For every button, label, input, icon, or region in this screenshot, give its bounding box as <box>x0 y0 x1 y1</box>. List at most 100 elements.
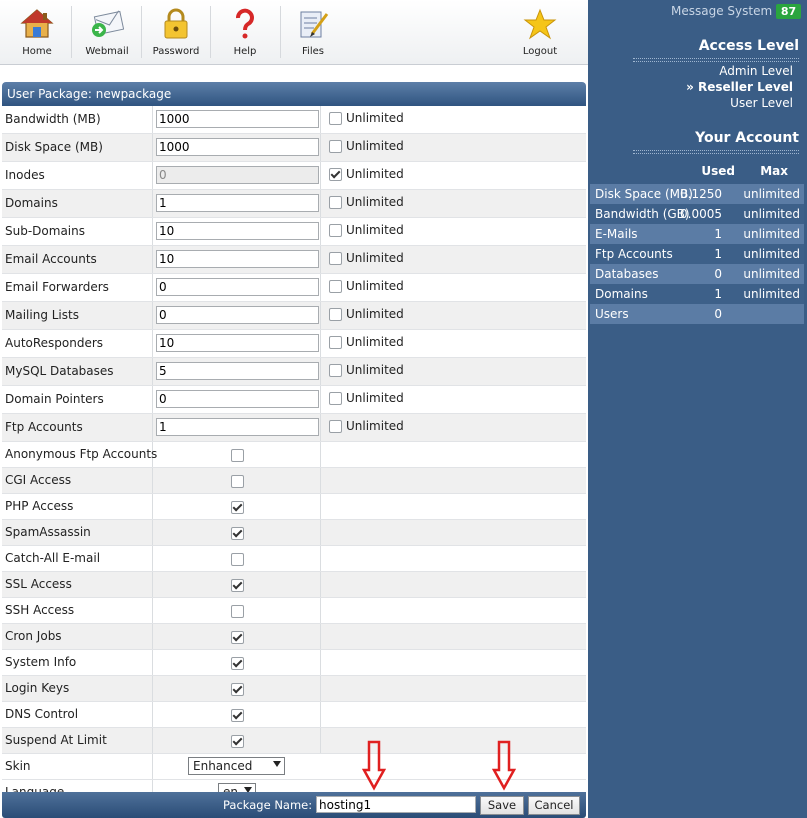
logout-button[interactable]: Logout <box>512 0 568 62</box>
feature-checkbox-wrap[interactable] <box>231 630 244 644</box>
feature-checkbox-wrap[interactable] <box>231 656 244 670</box>
limit-row: Domain Pointers Unlimited <box>2 386 586 414</box>
unlimited-option[interactable]: Unlimited <box>329 363 404 377</box>
unlimited-option[interactable]: Unlimited <box>329 391 404 405</box>
limit-input[interactable] <box>156 306 319 324</box>
feature-row: SSL Access <box>2 572 586 598</box>
unlimited-option[interactable]: Unlimited <box>329 111 404 125</box>
feature-checkbox[interactable] <box>231 605 244 618</box>
reseller-level-link[interactable]: » Reseller Level <box>686 80 793 94</box>
unlimited-option[interactable]: Unlimited <box>329 419 404 433</box>
package-name-input[interactable] <box>316 796 476 813</box>
cancel-button[interactable]: Cancel <box>528 796 580 815</box>
limit-row: Email Forwarders Unlimited <box>2 274 586 302</box>
unlimited-checkbox[interactable] <box>329 140 342 153</box>
unlimited-checkbox[interactable] <box>329 308 342 321</box>
feature-checkbox[interactable] <box>231 631 244 644</box>
feature-row: SpamAssassin <box>2 520 586 546</box>
feature-checkbox[interactable] <box>231 709 244 722</box>
unlimited-label: Unlimited <box>346 139 404 153</box>
feature-checkbox-wrap[interactable] <box>231 526 244 540</box>
unlimited-option[interactable]: Unlimited <box>329 139 404 153</box>
admin-level-link[interactable]: Admin Level <box>719 64 793 78</box>
unlimited-option[interactable]: Unlimited <box>329 223 404 237</box>
unlimited-checkbox[interactable] <box>329 364 342 377</box>
limit-input[interactable] <box>156 166 319 184</box>
unlimited-checkbox[interactable] <box>329 112 342 125</box>
unlimited-option[interactable]: Unlimited <box>329 251 404 265</box>
feature-checkbox-wrap[interactable] <box>231 604 244 618</box>
feature-checkbox-wrap[interactable] <box>231 708 244 722</box>
feature-checkbox-wrap[interactable] <box>231 734 244 748</box>
unlimited-option[interactable]: Unlimited <box>329 307 404 321</box>
feature-checkbox[interactable] <box>231 527 244 540</box>
limit-input[interactable] <box>156 278 319 296</box>
chevron-down-icon <box>273 761 281 767</box>
files-button[interactable]: Files <box>286 0 340 62</box>
message-count-badge[interactable]: 87 <box>776 4 801 19</box>
your-account-title: Your Account <box>695 130 799 146</box>
unlimited-label: Unlimited <box>346 419 404 433</box>
limit-input[interactable] <box>156 138 319 156</box>
limit-row: Sub-Domains Unlimited <box>2 218 586 246</box>
feature-label: Catch-All E-mail <box>5 551 101 565</box>
unlimited-checkbox[interactable] <box>329 336 342 349</box>
feature-checkbox-wrap[interactable] <box>231 474 244 488</box>
unlimited-checkbox[interactable] <box>329 420 342 433</box>
limit-input[interactable] <box>156 194 319 212</box>
sidebar: Message System 87 Access Level Admin Lev… <box>588 0 807 818</box>
limit-input[interactable] <box>156 418 319 436</box>
limit-input[interactable] <box>156 390 319 408</box>
limit-label: Domain Pointers <box>5 392 104 406</box>
limit-row: Inodes Unlimited <box>2 162 586 190</box>
password-button[interactable]: Password <box>148 0 204 62</box>
limit-input[interactable] <box>156 362 319 380</box>
home-button[interactable]: Home <box>10 0 64 62</box>
feature-checkbox-wrap[interactable] <box>231 578 244 592</box>
account-row: Users 0 <box>590 304 804 324</box>
feature-checkbox-wrap[interactable] <box>231 448 244 462</box>
unlimited-label: Unlimited <box>346 223 404 237</box>
limit-input[interactable] <box>156 250 319 268</box>
help-button[interactable]: Help <box>218 0 272 62</box>
unlimited-checkbox[interactable] <box>329 252 342 265</box>
feature-checkbox[interactable] <box>231 553 244 566</box>
limit-input[interactable] <box>156 222 319 240</box>
unlimited-checkbox[interactable] <box>329 224 342 237</box>
feature-checkbox-wrap[interactable] <box>231 500 244 514</box>
feature-checkbox-wrap[interactable] <box>231 552 244 566</box>
unlimited-label: Unlimited <box>346 167 404 181</box>
skin-value: Enhanced <box>193 759 253 773</box>
feature-checkbox[interactable] <box>231 683 244 696</box>
feature-checkbox[interactable] <box>231 579 244 592</box>
feature-checkbox[interactable] <box>231 449 244 462</box>
unlimited-option[interactable]: Unlimited <box>329 195 404 209</box>
message-system-link[interactable]: Message System <box>671 4 772 18</box>
unlimited-option[interactable]: Unlimited <box>329 279 404 293</box>
unlimited-label: Unlimited <box>346 391 404 405</box>
user-level-link[interactable]: User Level <box>730 96 793 110</box>
help-label: Help <box>233 46 257 57</box>
limit-label: Mailing Lists <box>5 308 79 322</box>
account-rows: Disk Space (MB) 0.1250 unlimited Bandwidth … <box>590 184 804 324</box>
unlimited-checkbox[interactable] <box>329 168 342 181</box>
unlimited-option[interactable]: Unlimited <box>329 167 404 181</box>
save-button[interactable]: Save <box>480 796 524 815</box>
feature-checkbox-wrap[interactable] <box>231 682 244 696</box>
feature-row: Login Keys <box>2 676 586 702</box>
skin-select[interactable]: Enhanced <box>188 757 285 775</box>
feature-checkbox[interactable] <box>231 475 244 488</box>
feature-checkbox[interactable] <box>231 501 244 514</box>
feature-checkbox[interactable] <box>231 657 244 670</box>
unlimited-checkbox[interactable] <box>329 392 342 405</box>
account-row-name: Disk Space (MB) <box>595 187 693 201</box>
toolbar-divider <box>210 6 211 58</box>
unlimited-checkbox[interactable] <box>329 196 342 209</box>
unlimited-checkbox[interactable] <box>329 280 342 293</box>
limit-input[interactable] <box>156 334 319 352</box>
webmail-button[interactable]: Webmail <box>78 0 136 62</box>
limit-input[interactable] <box>156 110 319 128</box>
feature-checkbox[interactable] <box>231 735 244 748</box>
unlimited-option[interactable]: Unlimited <box>329 335 404 349</box>
feature-label: PHP Access <box>5 499 74 513</box>
